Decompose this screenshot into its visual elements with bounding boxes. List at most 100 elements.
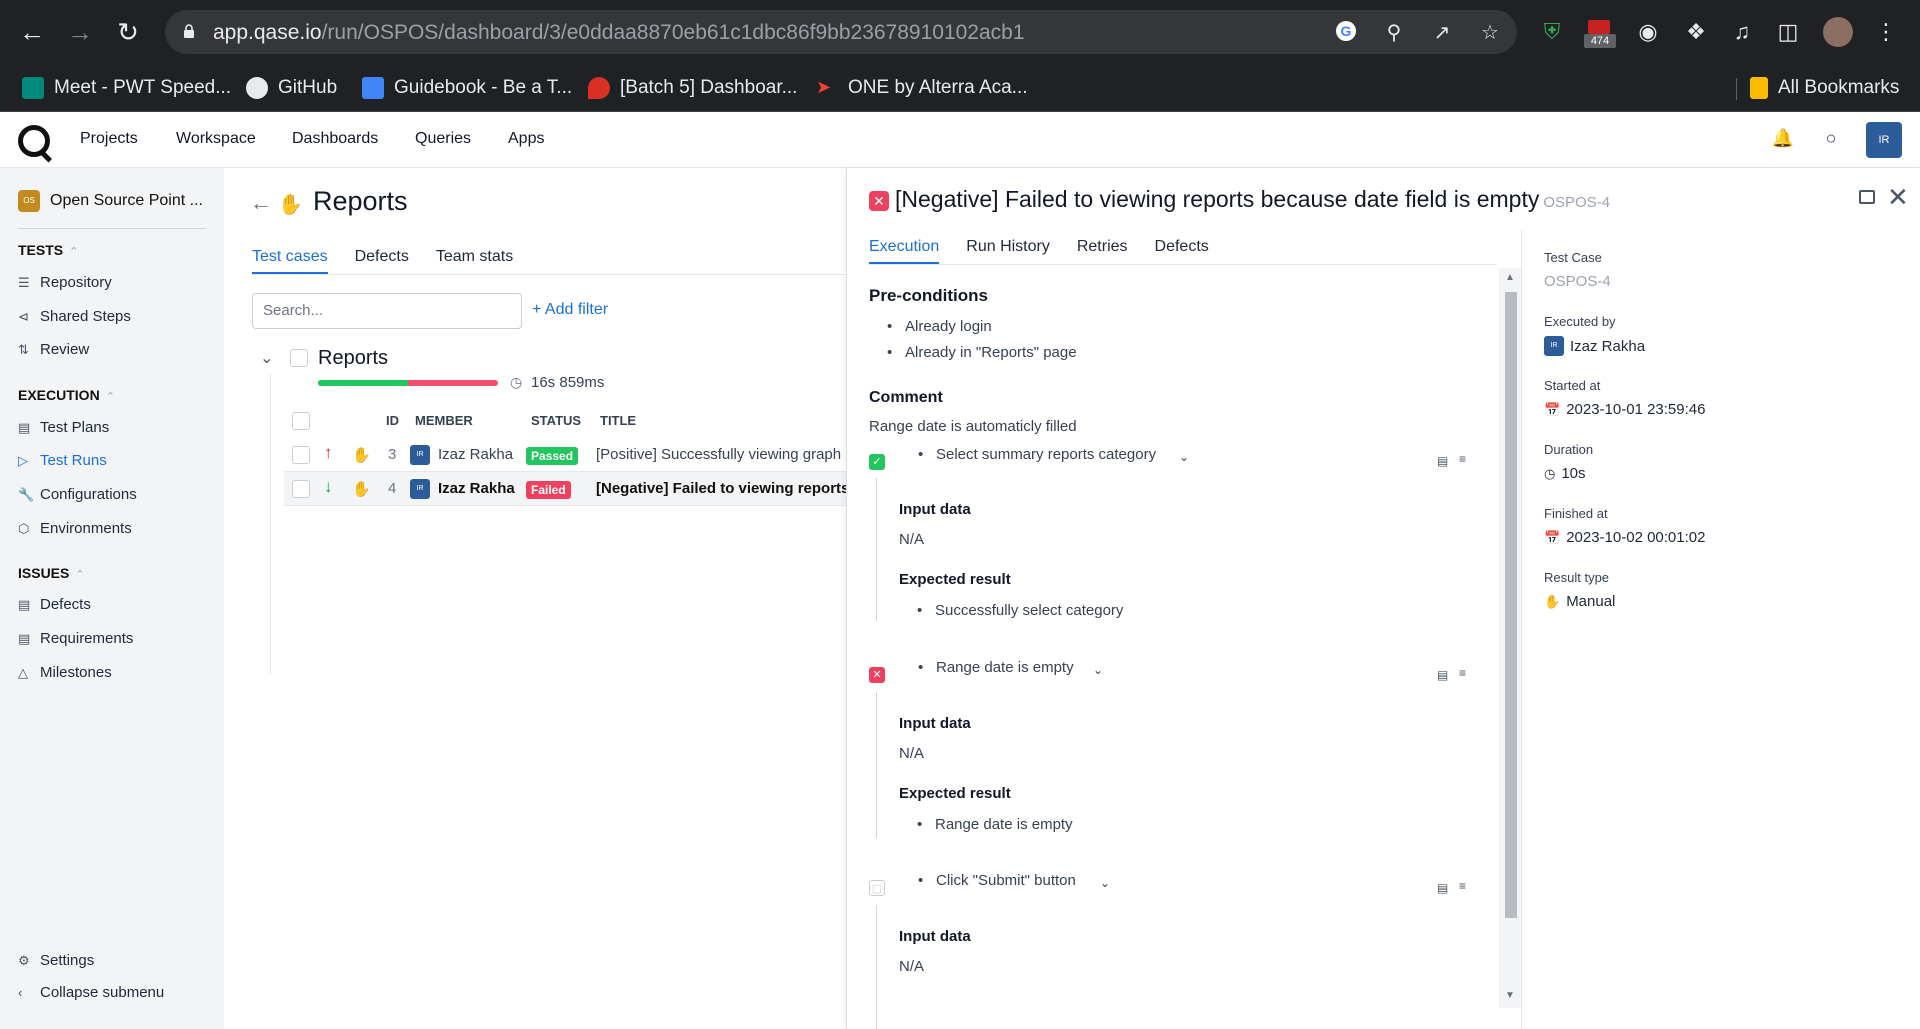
- sidebar-item-review[interactable]: ⇅ Review: [18, 341, 89, 358]
- chevron-down-icon[interactable]: ⌄: [1100, 876, 1110, 890]
- attachment-icon[interactable]: ▤: [1437, 881, 1448, 895]
- preconditions-heading: Pre-conditions: [869, 286, 989, 305]
- column-title[interactable]: TITLE: [600, 413, 636, 428]
- sidebar-item-test-runs[interactable]: ▷ Test Runs: [18, 452, 107, 469]
- maximize-icon[interactable]: [1859, 190, 1875, 204]
- chevron-down-icon[interactable]: ⌄: [1093, 663, 1103, 677]
- side-panel-icon[interactable]: ◫: [1772, 16, 1804, 48]
- nav-apps[interactable]: Apps: [508, 130, 544, 148]
- tab-retries[interactable]: Retries: [1077, 238, 1128, 264]
- column-id[interactable]: ID: [386, 413, 399, 428]
- started-at-label: Started at: [1544, 378, 1601, 393]
- share-icon[interactable]: ↗: [1429, 20, 1455, 46]
- chevron-left-icon: ‹: [18, 985, 23, 1000]
- bookmark-alterra[interactable]: ➤ ONE by Alterra Aca...: [816, 72, 1028, 104]
- extension-badge-icon[interactable]: 474: [1584, 16, 1616, 48]
- back-arrow-icon[interactable]: ←: [14, 14, 50, 50]
- project-selector[interactable]: OS Open Source Point ...: [18, 190, 203, 212]
- puzzle-icon[interactable]: ❖: [1680, 16, 1712, 48]
- sidebar-item-settings[interactable]: ⚙ Settings: [18, 952, 94, 969]
- scrollbar-thumb[interactable]: [1505, 292, 1517, 918]
- incognito-extension-icon[interactable]: ◉: [1632, 16, 1664, 48]
- execution-heading[interactable]: EXECUTION ⌃: [18, 387, 115, 403]
- user-avatar[interactable]: IR: [1866, 122, 1902, 158]
- bookmark-batch5[interactable]: [Batch 5] Dashboar...: [588, 72, 797, 104]
- table-row[interactable]: ↓ ✋ 4 IR Izaz Rakha Failed [Negative] Fa…: [284, 472, 849, 506]
- sidebar-item-requirements[interactable]: ▤ Requirements: [18, 630, 133, 647]
- column-member[interactable]: MEMBER: [415, 413, 473, 428]
- nav-dashboards[interactable]: Dashboards: [292, 130, 378, 148]
- bookmark-meet[interactable]: Meet - PWT Speed...: [22, 72, 231, 104]
- forward-arrow-icon[interactable]: →: [62, 14, 98, 50]
- chevron-down-icon[interactable]: ⌄: [260, 348, 273, 368]
- column-status[interactable]: STATUS: [531, 413, 581, 428]
- reload-icon[interactable]: ↻: [110, 14, 146, 50]
- scroll-down-arrow[interactable]: ▼: [1505, 990, 1515, 1001]
- kebab-menu-icon[interactable]: ⋮: [1870, 16, 1902, 48]
- search-input[interactable]: Search...: [252, 293, 522, 329]
- back-arrow-icon[interactable]: ←: [250, 190, 272, 216]
- sidebar-item-defects[interactable]: ▤ Defects: [18, 596, 91, 613]
- comment-lines-icon[interactable]: ≡: [1459, 452, 1466, 466]
- sidebar-item-configurations[interactable]: 🔧 Configurations: [18, 486, 137, 503]
- step-action: Range date is empty: [918, 659, 1074, 676]
- sidebar-item-test-plans[interactable]: ▤ Test Plans: [18, 419, 109, 436]
- select-all-checkbox[interactable]: [292, 412, 310, 430]
- chevron-down-icon[interactable]: ⌄: [1179, 450, 1189, 464]
- bell-icon[interactable]: 🔔: [1771, 128, 1795, 152]
- expected-result-label: Expected result: [899, 785, 1011, 802]
- bookmark-github[interactable]: GitHub: [246, 72, 337, 104]
- star-icon[interactable]: ☆: [1477, 20, 1503, 46]
- row-title[interactable]: [Positive] Successfully viewing graph: [596, 446, 841, 463]
- row-title[interactable]: [Negative] Failed to viewing reports: [596, 480, 849, 497]
- row-checkbox[interactable]: [292, 446, 310, 464]
- sidebar-item-repository[interactable]: ☰ Repository: [18, 274, 112, 291]
- comment-lines-icon[interactable]: ≡: [1459, 666, 1466, 680]
- add-filter-button[interactable]: + Add filter: [532, 301, 608, 319]
- scroll-up-arrow[interactable]: ▲: [1505, 272, 1515, 283]
- profile-avatar[interactable]: [1822, 16, 1854, 48]
- attachment-icon[interactable]: ▤: [1437, 454, 1448, 468]
- all-bookmarks[interactable]: All Bookmarks: [1750, 72, 1899, 104]
- nav-queries[interactable]: Queries: [415, 130, 471, 148]
- issues-heading[interactable]: ISSUES ⌃: [18, 565, 85, 581]
- extension-badge-count: 474: [1584, 34, 1616, 48]
- git-pull-request-icon: ⇅: [18, 341, 29, 357]
- duration-value: ◷ 10s: [1544, 465, 1586, 482]
- suite-checkbox[interactable]: [290, 349, 308, 367]
- nav-projects[interactable]: Projects: [80, 130, 138, 148]
- sidebar-item-milestones[interactable]: △ Milestones: [18, 664, 112, 681]
- nav-workspace[interactable]: Workspace: [176, 130, 256, 148]
- row-checkbox[interactable]: [292, 480, 310, 498]
- tab-team-stats[interactable]: Team stats: [436, 248, 513, 274]
- google-icon[interactable]: G: [1333, 20, 1359, 46]
- tab-test-cases[interactable]: Test cases: [252, 248, 328, 274]
- sidebar-item-environments[interactable]: ⬡ Environments: [18, 520, 132, 537]
- milestone-icon: △: [18, 664, 28, 680]
- bookmark-guidebook[interactable]: Guidebook - Be a T...: [362, 72, 572, 104]
- clock-icon: ◷: [1544, 465, 1556, 481]
- shield-extension-icon[interactable]: ⛨: [1536, 16, 1568, 48]
- tab-execution[interactable]: Execution: [869, 238, 940, 264]
- member-avatar: IR: [410, 479, 430, 499]
- sidebar-item-shared-steps[interactable]: ⊲ Shared Steps: [18, 308, 131, 325]
- address-bar[interactable]: app.qase.io/run/OSPOS/dashboard/3/e0ddaa…: [165, 10, 1517, 54]
- progress-passed-fill: [318, 380, 408, 386]
- tab-defects[interactable]: Defects: [355, 248, 409, 274]
- comment-lines-icon[interactable]: ≡: [1459, 879, 1466, 893]
- close-icon[interactable]: ✕: [1887, 182, 1909, 213]
- zoom-icon[interactable]: ⚲: [1381, 20, 1407, 46]
- test-case-link[interactable]: OSPOS-4: [1544, 273, 1611, 290]
- qase-logo[interactable]: [18, 125, 50, 157]
- media-queue-icon[interactable]: ♫: [1726, 16, 1758, 48]
- attachment-icon[interactable]: ▤: [1437, 668, 1448, 682]
- tab-defects[interactable]: Defects: [1155, 238, 1209, 264]
- chat-icon[interactable]: ○: [1819, 128, 1843, 152]
- table-row[interactable]: ↑ ✋ 3 IR Izaz Rakha Passed [Positive] Su…: [284, 438, 846, 472]
- row-member: Izaz Rakha: [438, 446, 514, 463]
- tab-run-history[interactable]: Run History: [966, 238, 1050, 264]
- tests-heading[interactable]: TESTS ⌃: [18, 242, 78, 258]
- collapse-submenu-button[interactable]: ‹ Collapse submenu: [18, 984, 164, 1001]
- panel-title: [Negative] Failed to viewing reports bec…: [895, 186, 1611, 212]
- row-member: Izaz Rakha: [438, 480, 515, 497]
